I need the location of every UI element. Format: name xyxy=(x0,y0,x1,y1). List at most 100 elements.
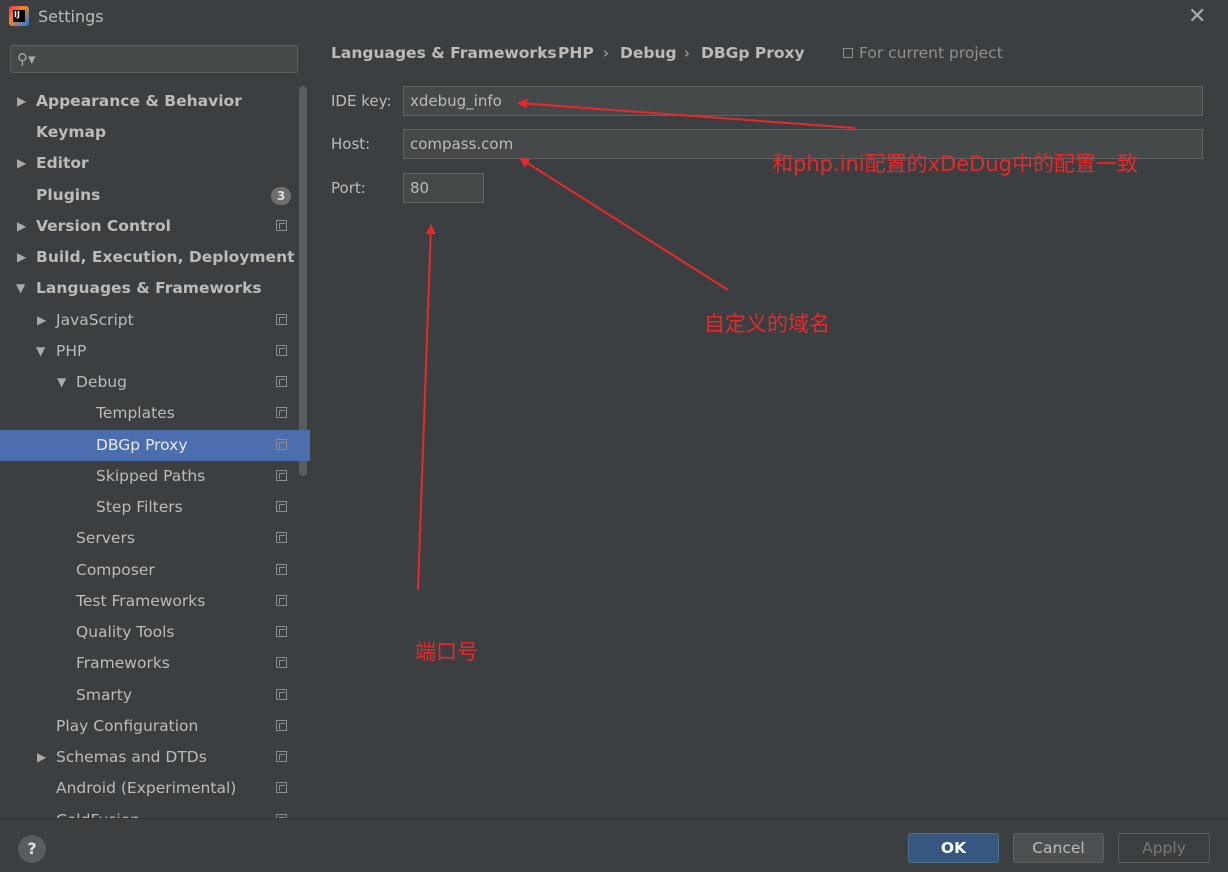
sidebar-item-label: Appearance & Behavior xyxy=(36,92,242,110)
sidebar-item-dbgp-proxy[interactable]: DBGp Proxy xyxy=(0,430,310,461)
ide-key-input[interactable]: xdebug_info xyxy=(403,86,1203,116)
project-scope-icon xyxy=(276,314,287,325)
sidebar-item-label: Smarty xyxy=(76,686,133,704)
host-label: Host: xyxy=(331,135,371,153)
help-button[interactable]: ? xyxy=(18,835,46,863)
sidebar-item-languages[interactable]: ▼ Languages & Frameworks xyxy=(0,273,310,304)
sidebar-item-frameworks[interactable]: Frameworks xyxy=(0,648,310,679)
project-scope-icon xyxy=(276,376,287,387)
sidebar-item-debug[interactable]: ▼ Debug xyxy=(0,367,310,398)
breadcrumb-separator: › xyxy=(684,44,690,62)
scope-label: For current project xyxy=(859,44,1003,62)
sidebar-item-servers[interactable]: Servers xyxy=(0,523,310,554)
expand-arrow-icon[interactable]: ▶ xyxy=(17,148,26,179)
sidebar-item-label: PHP xyxy=(56,342,87,360)
annotation-config-note: 和php.ini配置的xDeDug中的配置一致 xyxy=(772,152,1138,176)
sidebar-item-appearance[interactable]: ▶ Appearance & Behavior xyxy=(0,86,310,117)
expand-arrow-icon[interactable]: ▶ xyxy=(17,86,26,117)
collapse-arrow-icon[interactable]: ▼ xyxy=(36,336,45,367)
close-icon[interactable]: ✕ xyxy=(1188,4,1206,29)
expand-arrow-icon[interactable]: ▶ xyxy=(17,242,26,273)
project-scope-icon xyxy=(276,407,287,418)
project-scope-icon xyxy=(276,689,287,700)
dialog-footer: ? OK Cancel Apply xyxy=(0,819,1228,872)
sidebar-item-label: Plugins xyxy=(36,186,101,204)
annotation-domain-note: 自定义的域名 xyxy=(704,312,830,336)
sidebar-item-label: Schemas and DTDs xyxy=(56,748,207,766)
sidebar-item-label: Skipped Paths xyxy=(96,467,206,485)
sidebar-item-label: Play Configuration xyxy=(56,717,199,735)
sidebar-item-label: DBGp Proxy xyxy=(96,436,188,454)
sidebar-item-label: Composer xyxy=(76,561,155,579)
sidebar-item-plugins[interactable]: Plugins 3 xyxy=(0,180,310,211)
sidebar-item-label: Keymap xyxy=(36,123,107,141)
project-scope-icon xyxy=(276,751,287,762)
project-scope-icon xyxy=(276,532,287,543)
sidebar-item-editor[interactable]: ▶ Editor xyxy=(0,148,310,179)
project-scope-icon xyxy=(276,657,287,668)
sidebar-item-label: Servers xyxy=(76,529,135,547)
project-scope-icon xyxy=(276,501,287,512)
sidebar-item-label: Languages & Frameworks xyxy=(36,279,262,297)
sidebar-item-label: Templates xyxy=(96,404,175,422)
breadcrumb-dbgp-proxy: DBGp Proxy xyxy=(701,44,805,62)
breadcrumb-separator: › xyxy=(603,44,609,62)
project-scope-icon xyxy=(276,595,287,606)
ok-button[interactable]: OK xyxy=(908,833,999,863)
title-bar: IJ Settings ✕ xyxy=(0,0,1228,34)
collapse-arrow-icon[interactable]: ▼ xyxy=(57,367,66,398)
sidebar-item-quality-tools[interactable]: Quality Tools xyxy=(0,617,310,648)
project-scope-icon xyxy=(276,720,287,731)
breadcrumb-languages[interactable]: Languages & Frameworks xyxy=(331,44,557,62)
settings-sidebar: ⚲▾ ▶ Appearance & Behavior Keymap ▶ Edit… xyxy=(0,34,310,818)
port-input[interactable]: 80 xyxy=(403,173,484,203)
expand-arrow-icon[interactable]: ▶ xyxy=(37,742,46,773)
window-title: Settings xyxy=(38,7,104,26)
sidebar-item-label: Quality Tools xyxy=(76,623,175,641)
sidebar-item-skipped-paths[interactable]: Skipped Paths xyxy=(0,461,310,492)
project-scope-icon xyxy=(843,48,853,58)
breadcrumb-debug[interactable]: Debug xyxy=(620,44,677,62)
sidebar-item-android[interactable]: Android (Experimental) xyxy=(0,773,310,804)
sidebar-item-label: Editor xyxy=(36,154,89,172)
cancel-button[interactable]: Cancel xyxy=(1013,833,1104,863)
sidebar-item-label: Step Filters xyxy=(96,498,183,516)
search-icon: ⚲▾ xyxy=(17,50,36,68)
intellij-app-icon: IJ xyxy=(9,6,29,26)
ide-key-label: IDE key: xyxy=(331,92,392,110)
sidebar-item-build[interactable]: ▶ Build, Execution, Deployment xyxy=(0,242,310,273)
sidebar-item-javascript[interactable]: ▶ JavaScript xyxy=(0,305,310,336)
expand-arrow-icon[interactable]: ▶ xyxy=(17,211,26,242)
sidebar-item-label: ColdFusion xyxy=(56,805,140,818)
project-scope-icon xyxy=(276,564,287,575)
breadcrumb-php[interactable]: PHP xyxy=(558,44,594,62)
project-scope-icon xyxy=(276,782,287,793)
sidebar-item-label: Frameworks xyxy=(76,654,170,672)
annotation-port-note: 端口号 xyxy=(415,640,478,664)
search-input[interactable]: ⚲▾ xyxy=(10,45,298,73)
sidebar-item-smarty[interactable]: Smarty xyxy=(0,680,310,711)
sidebar-item-composer[interactable]: Composer xyxy=(0,555,310,586)
sidebar-item-step-filters[interactable]: Step Filters xyxy=(0,492,310,523)
sidebar-item-keymap[interactable]: Keymap xyxy=(0,117,310,148)
sidebar-item-label: Test Frameworks xyxy=(76,592,206,610)
apply-button[interactable]: Apply xyxy=(1118,833,1210,863)
sidebar-item-play-configuration[interactable]: Play Configuration xyxy=(0,711,310,742)
collapse-arrow-icon[interactable]: ▼ xyxy=(16,273,25,304)
sidebar-item-label: Version Control xyxy=(36,217,171,235)
plugins-count-badge: 3 xyxy=(271,187,291,205)
sidebar-item-label: JavaScript xyxy=(56,311,134,329)
sidebar-item-label: Android (Experimental) xyxy=(56,779,237,797)
sidebar-item-php[interactable]: ▼ PHP xyxy=(0,336,310,367)
sidebar-item-label: Build, Execution, Deployment xyxy=(36,248,295,266)
project-scope-icon xyxy=(276,439,287,450)
sidebar-item-schemas-dtds[interactable]: ▶ Schemas and DTDs xyxy=(0,742,310,773)
project-scope-icon xyxy=(276,220,287,231)
breadcrumb-separator: › xyxy=(540,44,546,62)
expand-arrow-icon[interactable]: ▶ xyxy=(37,305,46,336)
project-scope-icon xyxy=(276,626,287,637)
sidebar-item-test-frameworks[interactable]: Test Frameworks xyxy=(0,586,310,617)
sidebar-item-templates[interactable]: Templates xyxy=(0,398,310,429)
sidebar-item-coldfusion[interactable]: ColdFusion xyxy=(0,805,310,818)
sidebar-item-version-control[interactable]: ▶ Version Control xyxy=(0,211,310,242)
